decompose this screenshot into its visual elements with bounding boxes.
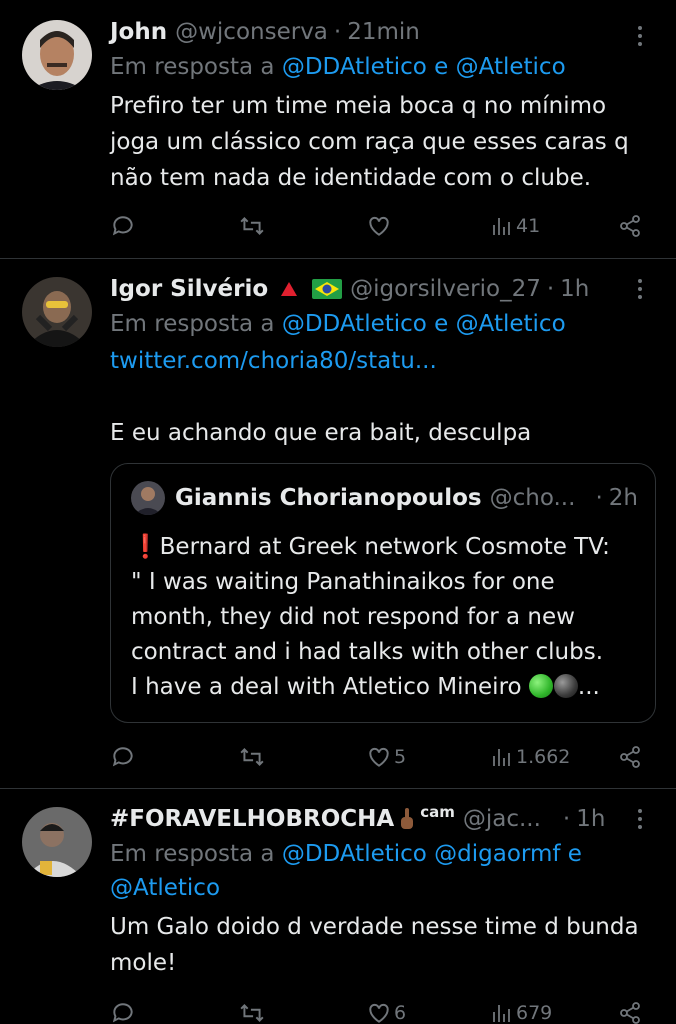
share-button[interactable] — [618, 208, 642, 244]
reply-mentions[interactable]: @DDAtletico e @Atletico — [282, 311, 566, 337]
reply-prefix: Em resposta a — [110, 841, 275, 867]
reply-button[interactable] — [110, 208, 138, 244]
reply-context: Em resposta a @DDAtletico e @Atletico — [110, 307, 656, 341]
views-icon — [493, 749, 510, 766]
quoted-tweet-header: Giannis Chorianopoulos @cho... · 2h — [131, 480, 638, 516]
likes-count: 5 — [394, 746, 407, 768]
views-count: 41 — [516, 215, 541, 237]
reply-prefix: Em resposta a — [110, 54, 275, 80]
views-count: 1.662 — [516, 746, 571, 768]
action-bar: 41 — [110, 208, 644, 244]
timestamp[interactable]: 1h — [560, 276, 589, 302]
more-icon[interactable] — [630, 271, 650, 307]
quoted-author-handle: @cho... — [489, 485, 576, 511]
views-icon — [493, 218, 510, 235]
retweet-icon — [240, 748, 264, 766]
retweet-button[interactable] — [238, 208, 268, 244]
quoted-timestamp: 2h — [608, 485, 638, 511]
like-icon — [369, 747, 389, 767]
quoted-author-name: Giannis Chorianopoulos — [175, 485, 482, 511]
share-icon — [620, 1002, 640, 1024]
author-name[interactable]: Igor Silvério — [110, 276, 268, 302]
tweet-header: #FORAVELHOBROCHA cam @jac... · 1h — [110, 801, 656, 837]
author-handle[interactable]: @igorsilverio_27 — [350, 276, 541, 302]
views-button[interactable]: 679 — [490, 995, 552, 1024]
separator-dot: · — [546, 276, 555, 302]
reply-mentions[interactable]: @DDAtletico e @Atletico — [282, 54, 566, 80]
separator-dot: · — [333, 19, 342, 45]
reply-icon — [112, 747, 133, 767]
tweet-text: Prefiro ter um time meia boca q no mínim… — [110, 88, 656, 196]
avatar[interactable] — [22, 277, 92, 347]
tweet[interactable]: Igor Silvério @igorsilverio_27 · 1h Em r… — [0, 259, 676, 788]
warning-triangle-icon — [280, 281, 298, 297]
retweet-icon — [240, 217, 264, 235]
quoted-text: ❗Bernard at Greek network Cosmote TV: " … — [131, 534, 610, 700]
exclamation-icon: ❗ — [131, 534, 160, 560]
reply-mentions[interactable]: @Atletico — [110, 871, 656, 905]
reply-mentions[interactable]: @DDAtletico @digaormf e — [282, 841, 582, 867]
reply-context: Em resposta a @DDAtletico @digaormf e @A… — [110, 837, 656, 905]
reply-icon — [112, 1003, 133, 1023]
reply-button[interactable] — [110, 995, 138, 1024]
author-name[interactable]: #FORAVELHOBROCHA — [110, 806, 394, 832]
tweet-text: E eu achando que era bait, desculpa — [110, 420, 532, 446]
quoted-tweet[interactable]: Giannis Chorianopoulos @cho... · 2h ❗Ber… — [110, 463, 656, 723]
views-button[interactable]: 1.662 — [490, 739, 570, 775]
tweet-text-line: não tem nada de identidade com o clube. — [110, 165, 592, 191]
author-handle[interactable]: @jac... — [463, 806, 541, 832]
views-count: 679 — [516, 1002, 553, 1024]
views-button[interactable]: 41 — [490, 208, 540, 244]
views-icon — [493, 1005, 510, 1022]
share-icon — [620, 215, 640, 237]
likes-count: 6 — [394, 1002, 407, 1024]
avatar[interactable] — [22, 20, 92, 90]
tweet-text: Um Galo doido d verdade nesse time d bun… — [110, 909, 656, 981]
avatar[interactable] — [22, 807, 92, 877]
retweet-button[interactable] — [238, 739, 268, 775]
retweet-button[interactable] — [238, 995, 268, 1024]
tweet-text-line: mole! — [110, 950, 177, 976]
retweet-icon — [240, 1004, 264, 1022]
reply-icon — [112, 216, 133, 236]
brazil-flag-icon — [312, 279, 343, 299]
separator-dot: · — [595, 485, 603, 511]
share-button[interactable] — [618, 995, 642, 1024]
like-button[interactable]: 6 — [366, 995, 406, 1024]
author-name[interactable]: John — [110, 19, 167, 45]
tweet-text-line: Prefiro ter um time meia boca q no mínim… — [110, 93, 607, 119]
tweet[interactable]: #FORAVELHOBROCHA cam @jac... · 1h Em res… — [0, 789, 676, 1024]
more-icon[interactable] — [630, 18, 650, 54]
hand-icon — [398, 807, 416, 831]
timestamp[interactable]: 1h — [576, 806, 605, 832]
tweet-text-line: Um Galo doido d verdade nesse time d bun… — [110, 914, 639, 940]
action-bar: 5 1.662 — [110, 739, 644, 775]
tweet-header: Igor Silvério @igorsilverio_27 · 1h — [110, 271, 656, 307]
like-button[interactable] — [366, 208, 394, 244]
black-circle-icon — [553, 674, 578, 698]
quoted-avatar — [131, 481, 165, 515]
tweet-text-line: joga um clássico com raça que esses cara… — [110, 129, 629, 155]
name-suffix: cam — [420, 803, 455, 821]
share-button[interactable] — [618, 739, 642, 775]
green-circle-icon — [528, 674, 553, 698]
reply-context: Em resposta a @DDAtletico e @Atletico — [110, 50, 656, 84]
action-bar: 6 679 — [110, 995, 644, 1024]
tweet-header: John @wjconserva · 21min — [110, 14, 656, 50]
like-icon — [369, 216, 389, 236]
reply-button[interactable] — [110, 739, 138, 775]
author-handle[interactable]: @wjconserva — [175, 19, 328, 45]
like-button[interactable]: 5 — [366, 739, 406, 775]
tweet[interactable]: John @wjconserva · 21min Em resposta a @… — [0, 0, 676, 258]
share-icon — [620, 746, 640, 768]
like-icon — [369, 1003, 389, 1023]
reply-prefix: Em resposta a — [110, 311, 275, 337]
more-icon[interactable] — [630, 801, 650, 837]
timestamp[interactable]: 21min — [347, 19, 420, 45]
separator-dot: · — [562, 806, 571, 832]
tweet-link[interactable]: twitter.com/choria80/statu... — [110, 343, 656, 379]
